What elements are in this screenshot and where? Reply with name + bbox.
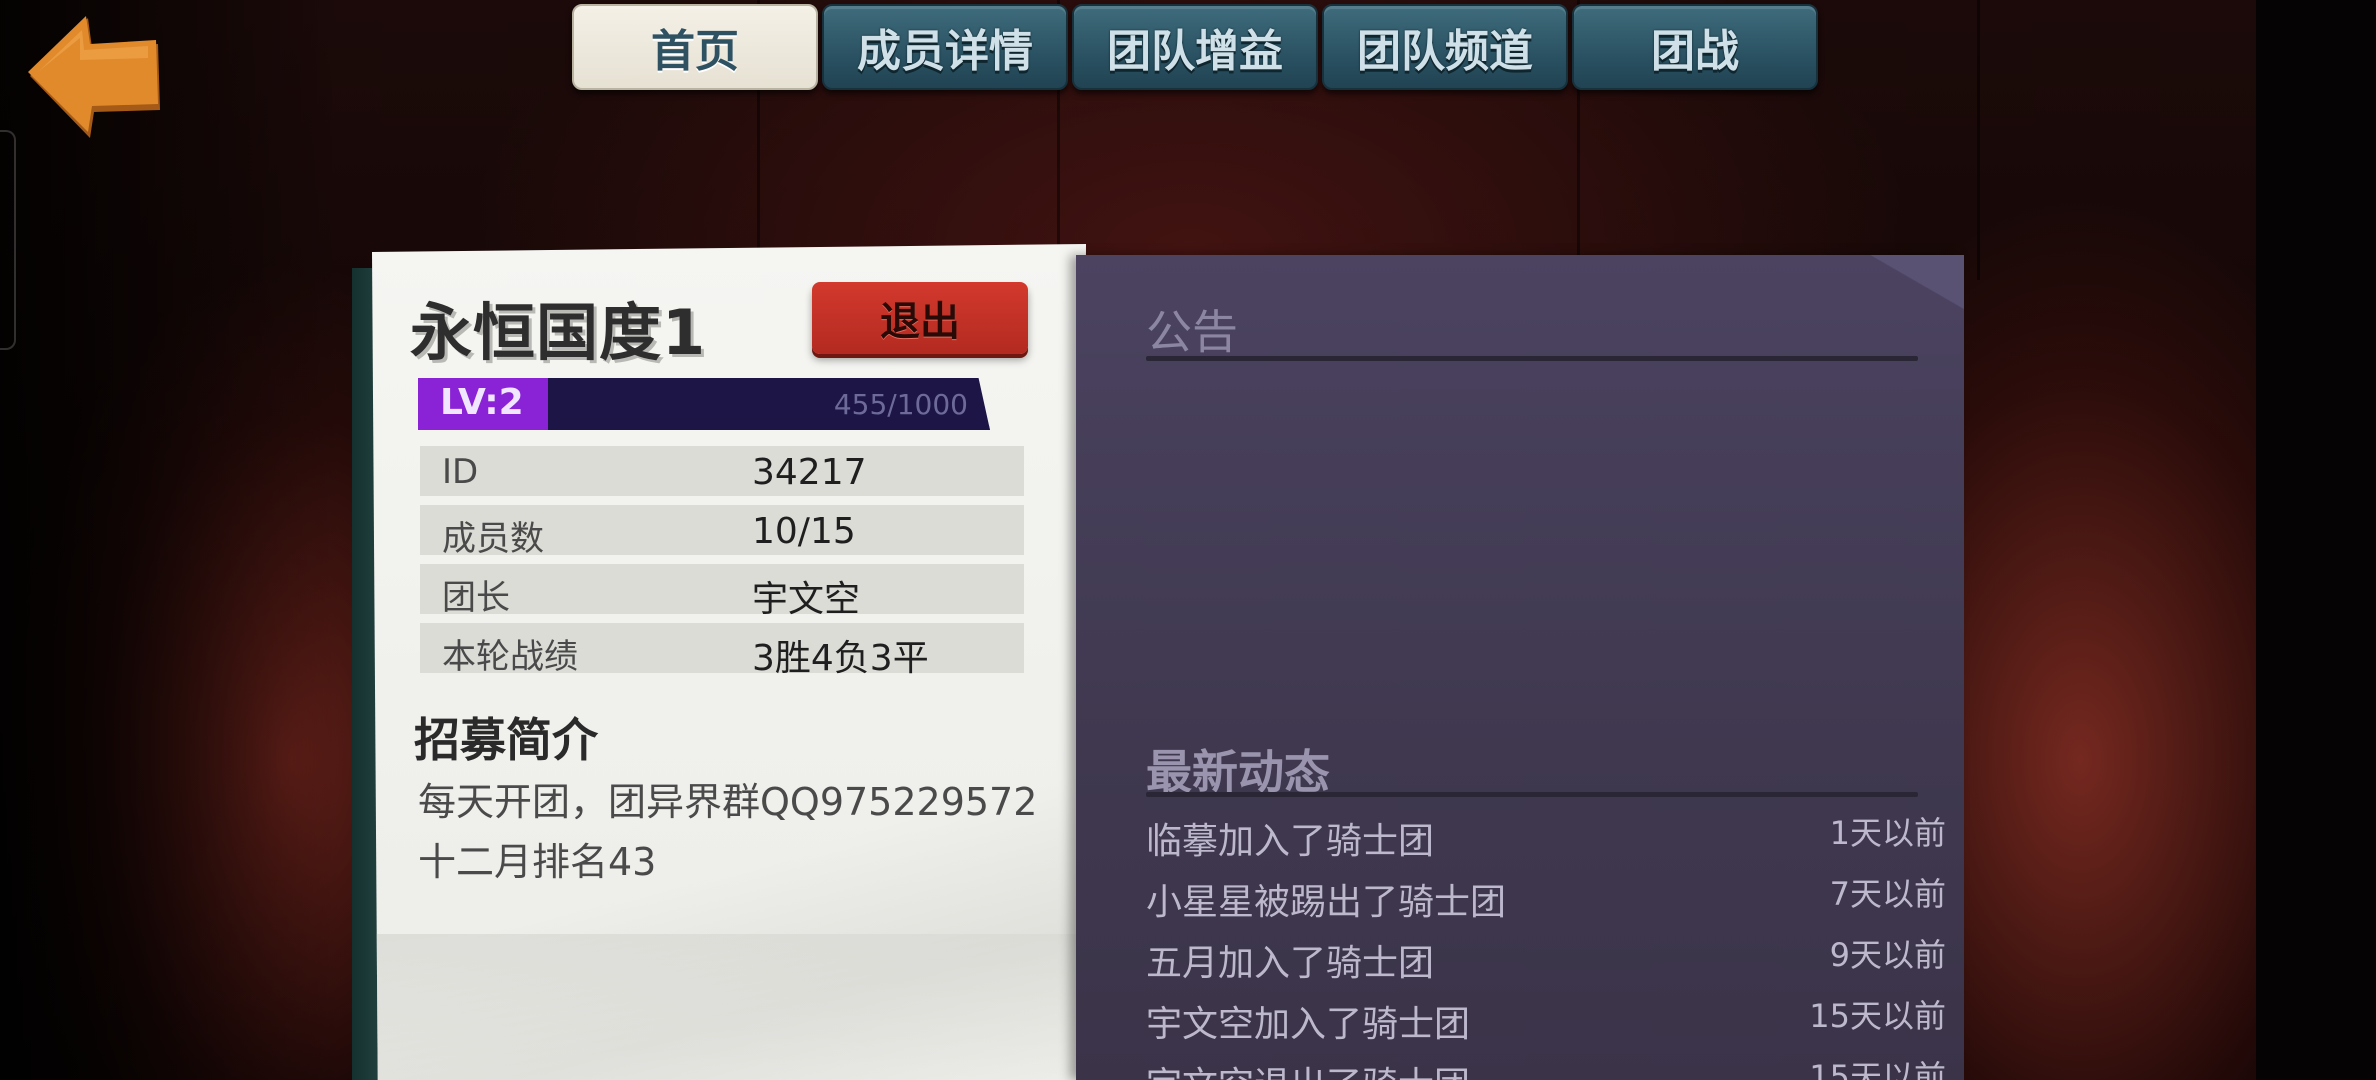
info-value: 34217 [752, 452, 867, 493]
tab-team-buffs[interactable]: 团队增益 [1072, 4, 1318, 90]
tab-team-battle[interactable]: 团战 [1572, 4, 1818, 90]
tab-home[interactable]: 首页 [572, 4, 818, 90]
list-item: 临摹加入了骑士团 1天以前 [1146, 808, 1946, 869]
news-text: 宇文空退出了骑士团 [1146, 1056, 1470, 1080]
top-tab-bar: 首页 成员详情 团队增益 团队频道 团战 [572, 4, 1818, 90]
team-info-table: ID 34217 成员数 10/15 团长 宇文空 本轮战绩 3胜4负3平 [420, 446, 1024, 682]
news-list[interactable]: 临摹加入了骑士团 1天以前 小星星被踢出了骑士团 7天以前 五月加入了骑士团 9… [1146, 808, 1946, 1080]
list-item: 五月加入了骑士团 9天以前 [1146, 930, 1946, 991]
board-corner-fold [1854, 255, 1964, 325]
info-row-record: 本轮战绩 3胜4负3平 [420, 623, 1024, 679]
exit-team-button[interactable]: 退出 [812, 282, 1028, 354]
news-text: 小星星被踢出了骑士团 [1146, 882, 1507, 923]
info-label: 本轮战绩 [442, 637, 578, 677]
back-button[interactable] [24, 14, 164, 140]
news-text: 宇文空加入了骑士团 [1146, 1004, 1471, 1045]
news-divider [1146, 792, 1918, 797]
back-arrow-icon [28, 16, 160, 138]
left-vignette [0, 0, 340, 1080]
recruit-description: 每天开团，团异界群QQ975229572 十二月排名43 [418, 780, 1075, 884]
news-time: 15天以前 [1809, 1058, 1946, 1080]
info-row-leader: 团长 宇文空 [420, 564, 1024, 620]
side-handle [0, 130, 16, 350]
news-text: 五月加入了骑士团 [1146, 943, 1435, 984]
info-label: ID [442, 452, 479, 492]
list-item: 宇文空退出了骑士团 15天以前 [1146, 1052, 1946, 1080]
info-row-id: ID 34217 [420, 446, 1024, 496]
list-item: 小星星被踢出了骑士团 7天以前 [1146, 869, 1946, 930]
news-text: 临摹加入了骑士团 [1146, 821, 1435, 862]
info-value: 3胜4负3平 [752, 638, 929, 679]
news-time: 7天以前 [1829, 875, 1946, 913]
news-time: 15天以前 [1809, 997, 1946, 1035]
list-item: 宇文空加入了骑士团 15天以前 [1146, 991, 1946, 1052]
level-progress-bar: LV:2 455/1000 [418, 378, 990, 430]
info-value: 宇文空 [752, 579, 861, 620]
announcement-title: 公告 [1146, 305, 1238, 359]
info-label: 成员数 [442, 519, 544, 559]
level-label: LV:2 [440, 382, 524, 423]
xp-value: 455/1000 [833, 388, 968, 421]
announcement-divider [1146, 356, 1918, 361]
team-name: 永恒国度1 [410, 296, 707, 369]
news-time: 1天以前 [1829, 814, 1946, 852]
announcement-body [1146, 380, 1918, 710]
info-label: 团长 [442, 578, 510, 618]
right-letterbox [2256, 0, 2376, 1080]
tab-member-details[interactable]: 成员详情 [822, 4, 1068, 90]
news-time: 9天以前 [1829, 936, 1946, 974]
info-value: 10/15 [752, 511, 856, 552]
paper-crease [372, 934, 1086, 1080]
info-row-members: 成员数 10/15 [420, 505, 1024, 559]
tab-team-channel[interactable]: 团队频道 [1322, 4, 1568, 90]
recruit-title: 招募简介 [414, 713, 598, 767]
